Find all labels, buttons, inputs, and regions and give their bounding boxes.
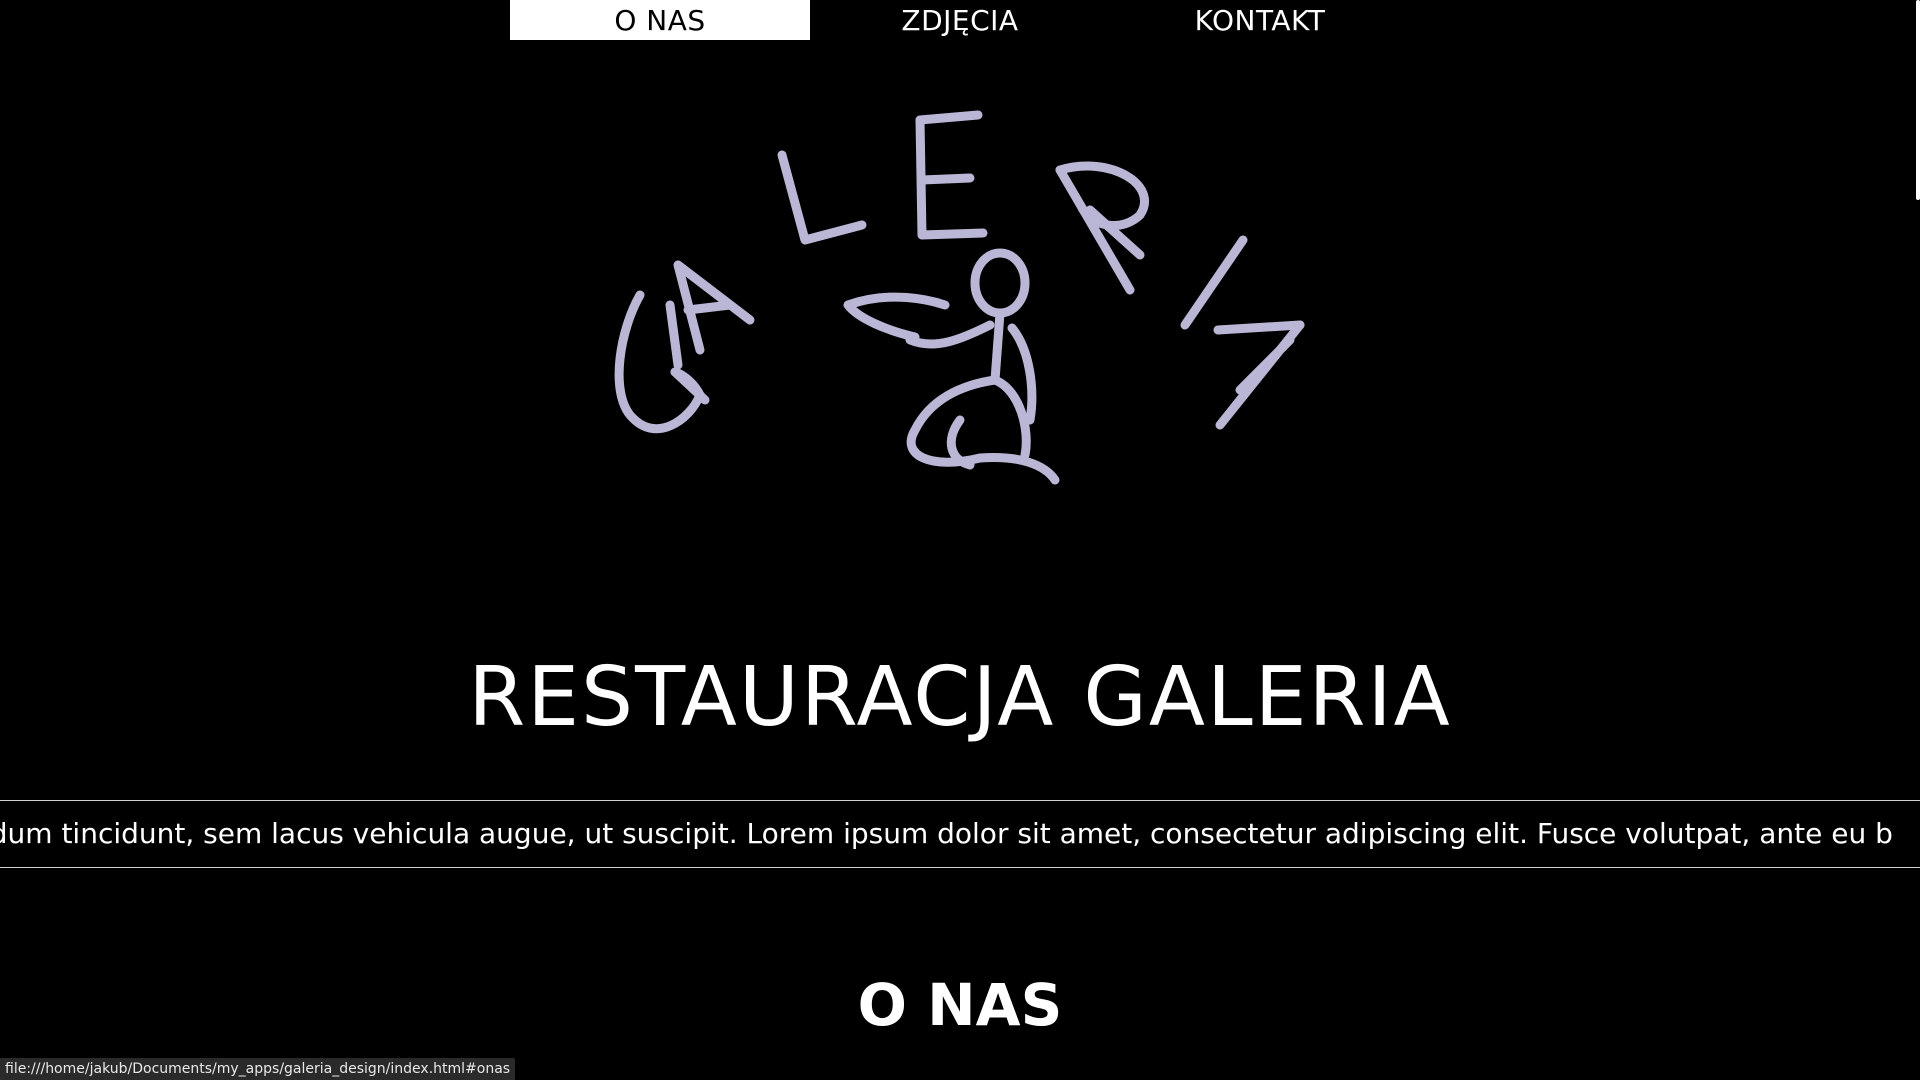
nav-item-o-nas[interactable]: O NAS — [510, 0, 810, 40]
top-navigation: O NAS ZDJĘCIA KONTAKT — [510, 0, 1410, 40]
galeria-logo-drawing — [614, 110, 1305, 485]
status-bar-url: file:///home/jakub/Documents/my_apps/gal… — [0, 1058, 516, 1080]
scrolling-text-ticker: ndum tincidunt, sem lacus vehicula augue… — [0, 800, 1920, 868]
galeria-logo — [600, 100, 1320, 490]
page: O NAS ZDJĘCIA KONTAKT RESTAURACJA GALERI… — [0, 0, 1920, 1080]
nav-item-kontakt[interactable]: KONTAKT — [1110, 0, 1410, 40]
section-heading-o-nas: O NAS — [857, 971, 1063, 1039]
nav-item-zdjecia[interactable]: ZDJĘCIA — [810, 0, 1110, 40]
page-scrollbar[interactable] — [1916, 0, 1920, 200]
page-title: RESTAURACJA GALERIA — [468, 650, 1452, 745]
ticker-text: ndum tincidunt, sem lacus vehicula augue… — [0, 817, 1893, 850]
